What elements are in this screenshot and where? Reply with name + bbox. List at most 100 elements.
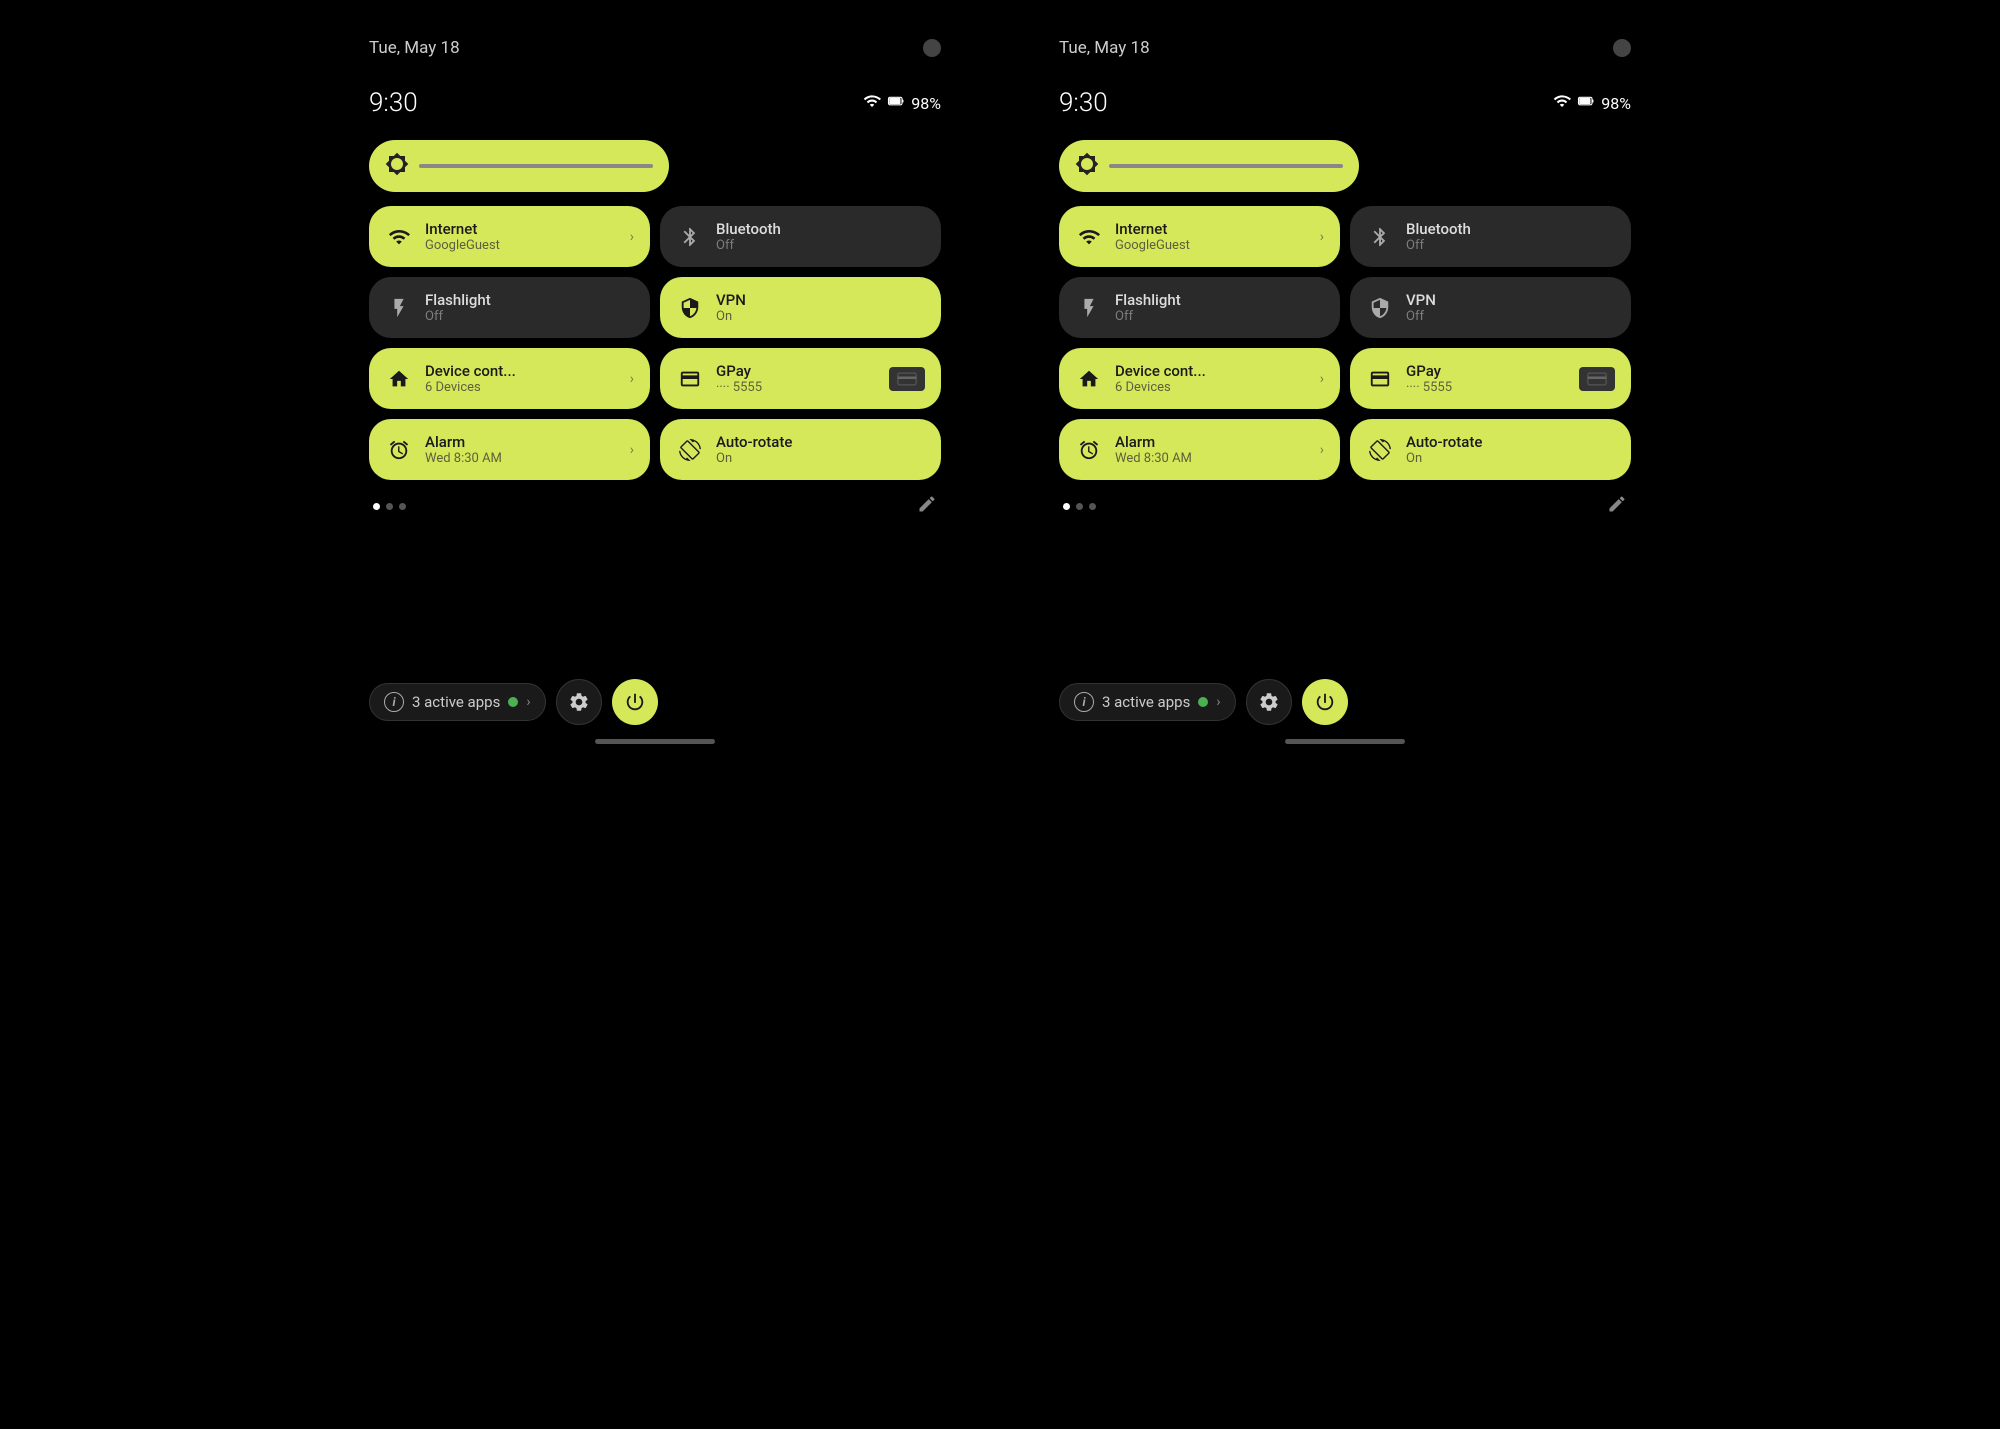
status-time: 9:30 xyxy=(369,88,418,118)
tile-text-vpn: VPN Off xyxy=(1406,291,1615,324)
battery-icon xyxy=(887,92,905,115)
tile-icon-flashlight xyxy=(1075,294,1103,322)
edit-icon[interactable] xyxy=(917,494,937,519)
tile-title-alarm: Alarm xyxy=(425,433,618,451)
status-bar: Tue, May 18 xyxy=(1059,38,1631,58)
tile-title-bluetooth: Bluetooth xyxy=(716,220,925,238)
tile-device-control[interactable]: Device cont... 6 Devices › xyxy=(369,348,650,409)
tile-vpn[interactable]: VPN Off xyxy=(1350,277,1631,338)
tile-text-gpay: GPay ···· 5555 xyxy=(1406,362,1567,395)
status-time: 9:30 xyxy=(1059,88,1108,118)
tile-gpay[interactable]: GPay ···· 5555 xyxy=(1350,348,1631,409)
tile-title-bluetooth: Bluetooth xyxy=(1406,220,1615,238)
tile-subtitle-internet: GoogleGuest xyxy=(1115,238,1308,253)
status-date: Tue, May 18 xyxy=(369,38,460,58)
tile-text-device-control: Device cont... 6 Devices xyxy=(425,362,618,395)
tile-autorotate[interactable]: Auto-rotate On xyxy=(1350,419,1631,480)
page-dots xyxy=(373,503,406,510)
page-dots xyxy=(1063,503,1096,510)
dot-3[interactable] xyxy=(399,503,406,510)
brightness-slider[interactable] xyxy=(419,164,653,168)
tile-text-device-control: Device cont... 6 Devices xyxy=(1115,362,1308,395)
tile-title-alarm: Alarm xyxy=(1115,433,1308,451)
active-apps-pill[interactable]: i 3 active apps › xyxy=(1059,683,1236,721)
brightness-row[interactable] xyxy=(1059,140,1631,192)
chevron-right-icon: › xyxy=(630,229,634,245)
tile-subtitle-bluetooth: Off xyxy=(716,238,925,253)
tile-icon-internet xyxy=(1075,223,1103,251)
tile-subtitle-device-control: 6 Devices xyxy=(1115,380,1308,395)
tile-title-flashlight: Flashlight xyxy=(425,291,634,309)
tile-text-flashlight: Flashlight Off xyxy=(425,291,634,324)
tile-icon-bluetooth xyxy=(676,223,704,251)
active-apps-pill[interactable]: i 3 active apps › xyxy=(369,683,546,721)
tile-internet[interactable]: Internet GoogleGuest › xyxy=(1059,206,1340,267)
brightness-bar[interactable] xyxy=(1059,140,1359,192)
tile-title-internet: Internet xyxy=(1115,220,1308,238)
tile-text-autorotate: Auto-rotate On xyxy=(716,433,925,466)
green-status-dot xyxy=(508,697,518,707)
brightness-icon xyxy=(385,152,409,180)
tile-icon-gpay xyxy=(676,365,704,393)
tile-title-flashlight: Flashlight xyxy=(1115,291,1324,309)
tile-flashlight[interactable]: Flashlight Off xyxy=(1059,277,1340,338)
status-icons: 98% xyxy=(1553,92,1631,115)
tile-icon-vpn xyxy=(676,294,704,322)
status-time-row: 9:30 98% xyxy=(1059,88,1631,118)
tile-title-autorotate: Auto-rotate xyxy=(1406,433,1615,451)
power-button[interactable] xyxy=(1302,679,1348,725)
dot-1[interactable] xyxy=(1063,503,1070,510)
tile-autorotate[interactable]: Auto-rotate On xyxy=(660,419,941,480)
tile-icon-bluetooth xyxy=(1366,223,1394,251)
tile-title-vpn: VPN xyxy=(1406,291,1615,309)
settings-button[interactable] xyxy=(556,679,602,725)
brightness-slider[interactable] xyxy=(1109,164,1343,168)
wifi-status-icon xyxy=(1553,92,1571,115)
dot-3[interactable] xyxy=(1089,503,1096,510)
brightness-row[interactable] xyxy=(369,140,941,192)
battery-percentage: 98% xyxy=(1601,94,1631,113)
tile-internet[interactable]: Internet GoogleGuest › xyxy=(369,206,650,267)
tile-text-bluetooth: Bluetooth Off xyxy=(1406,220,1615,253)
tile-text-autorotate: Auto-rotate On xyxy=(1406,433,1615,466)
tile-gpay[interactable]: GPay ···· 5555 xyxy=(660,348,941,409)
tile-subtitle-vpn: On xyxy=(716,309,925,324)
tile-subtitle-gpay: ···· 5555 xyxy=(1406,380,1567,395)
tile-bluetooth[interactable]: Bluetooth Off xyxy=(660,206,941,267)
bottom-bar: i 3 active apps › xyxy=(1059,679,1631,725)
dot-1[interactable] xyxy=(373,503,380,510)
tile-icon-autorotate xyxy=(676,436,704,464)
chevron-right-icon: › xyxy=(1320,442,1324,458)
tile-subtitle-flashlight: Off xyxy=(425,309,634,324)
tile-subtitle-flashlight: Off xyxy=(1115,309,1324,324)
tile-title-autorotate: Auto-rotate xyxy=(716,433,925,451)
tile-subtitle-internet: GoogleGuest xyxy=(425,238,618,253)
green-status-dot xyxy=(1198,697,1208,707)
tile-icon-alarm xyxy=(385,436,413,464)
tile-alarm[interactable]: Alarm Wed 8:30 AM › xyxy=(1059,419,1340,480)
tile-icon-alarm xyxy=(1075,436,1103,464)
status-time-row: 9:30 98% xyxy=(369,88,941,118)
tile-subtitle-gpay: ···· 5555 xyxy=(716,380,877,395)
tile-icon-gpay xyxy=(1366,365,1394,393)
tile-text-alarm: Alarm Wed 8:30 AM xyxy=(425,433,618,466)
tile-alarm[interactable]: Alarm Wed 8:30 AM › xyxy=(369,419,650,480)
tile-subtitle-bluetooth: Off xyxy=(1406,238,1615,253)
status-bar: Tue, May 18 xyxy=(369,38,941,58)
dot-2[interactable] xyxy=(1076,503,1083,510)
brightness-bar[interactable] xyxy=(369,140,669,192)
power-button[interactable] xyxy=(612,679,658,725)
tile-flashlight[interactable]: Flashlight Off xyxy=(369,277,650,338)
tile-subtitle-alarm: Wed 8:30 AM xyxy=(1115,451,1308,466)
settings-button[interactable] xyxy=(1246,679,1292,725)
battery-icon xyxy=(1577,92,1595,115)
edit-icon[interactable] xyxy=(1607,494,1627,519)
tile-icon-autorotate xyxy=(1366,436,1394,464)
dot-2[interactable] xyxy=(386,503,393,510)
tile-device-control[interactable]: Device cont... 6 Devices › xyxy=(1059,348,1340,409)
info-icon: i xyxy=(1074,692,1094,712)
tile-bluetooth[interactable]: Bluetooth Off xyxy=(1350,206,1631,267)
tile-icon-flashlight xyxy=(385,294,413,322)
tile-vpn[interactable]: VPN On xyxy=(660,277,941,338)
tile-subtitle-alarm: Wed 8:30 AM xyxy=(425,451,618,466)
